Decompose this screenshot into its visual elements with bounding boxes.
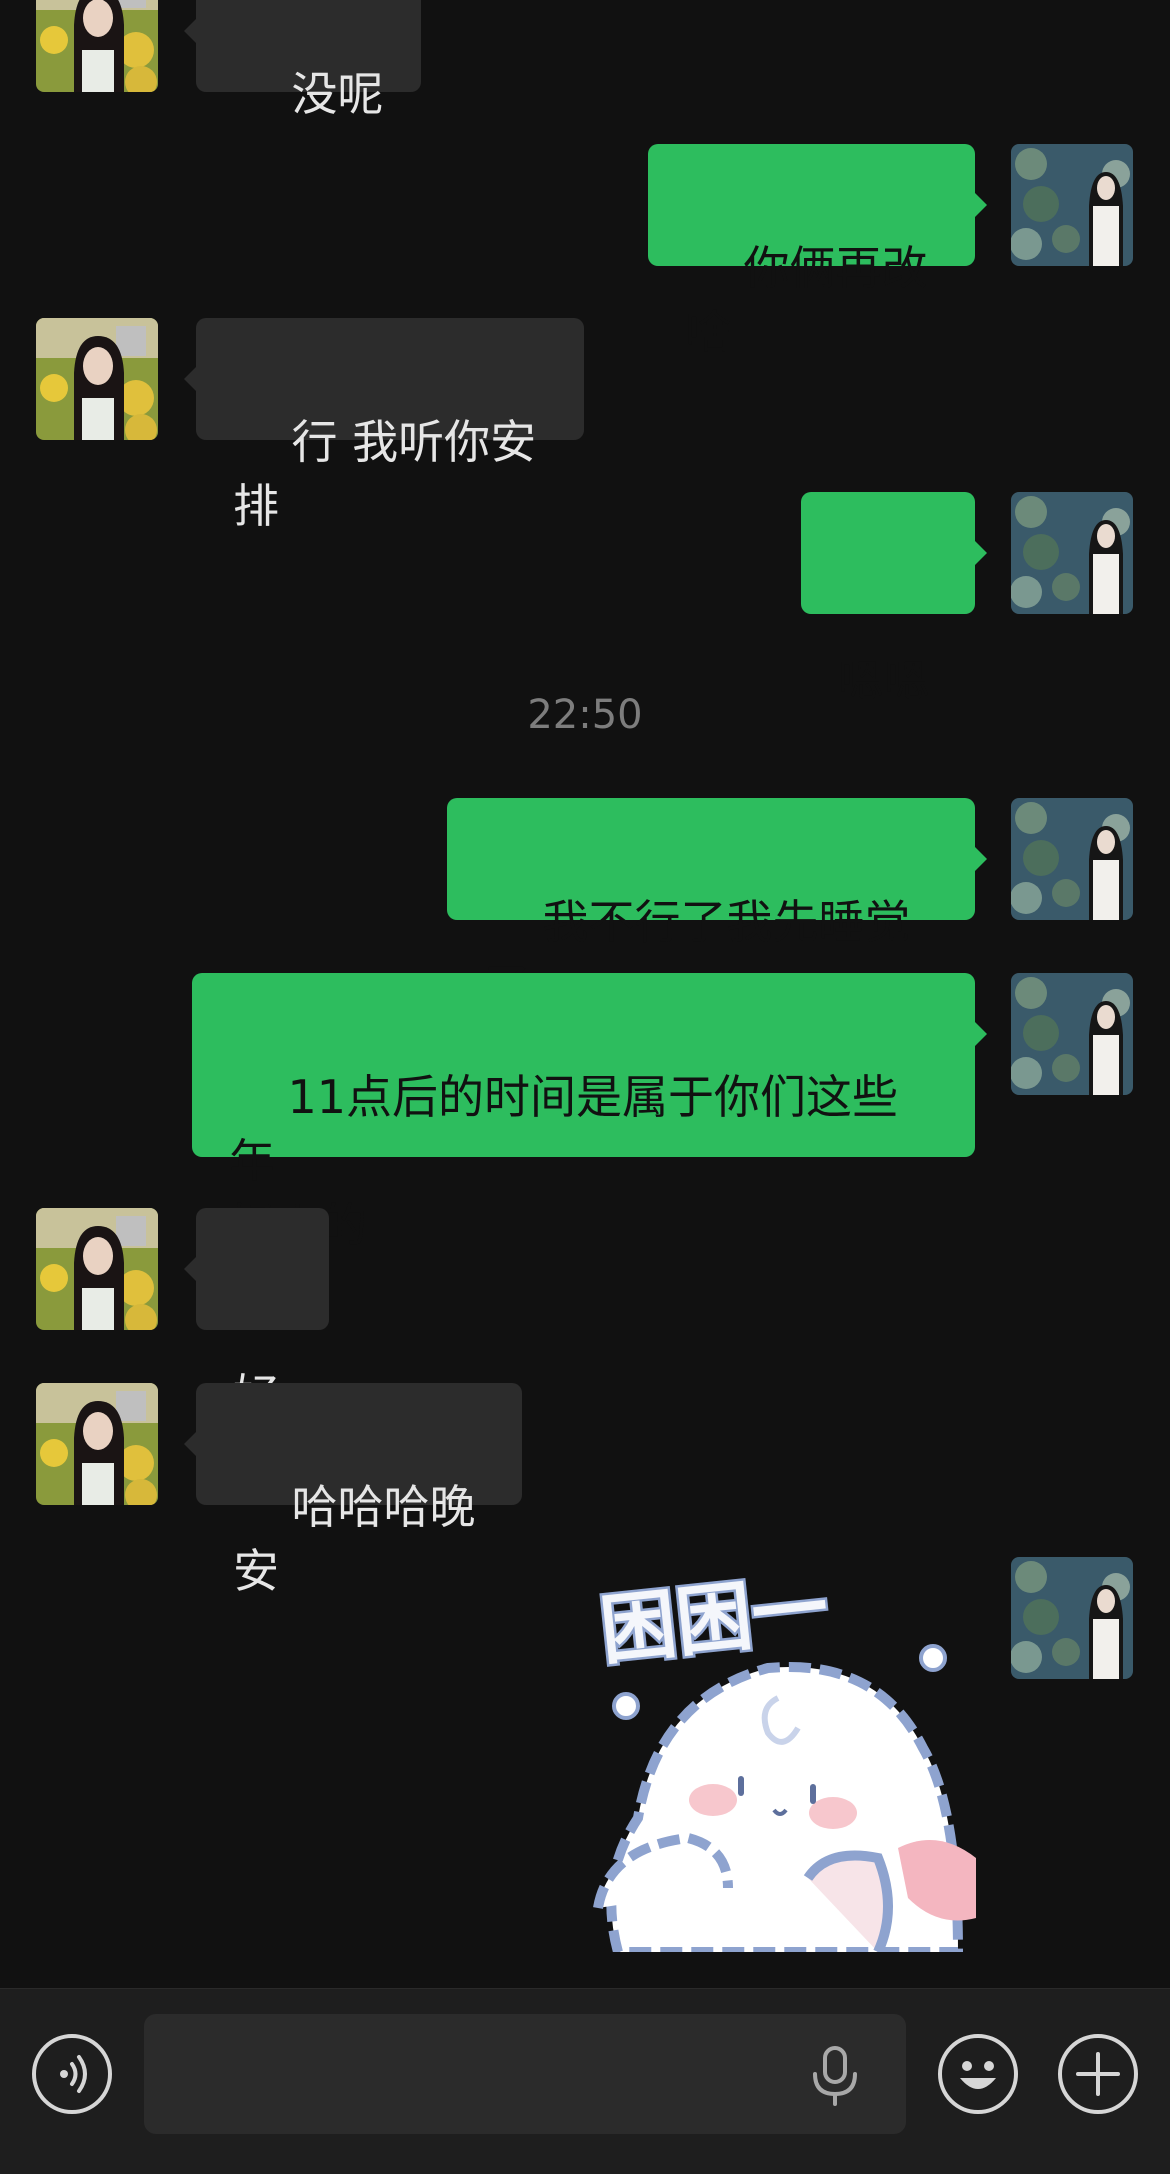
message-text: 11点后的时间是属于你们这些年 轻人的	[229, 1070, 899, 1252]
message-bubble-incoming[interactable]: 哈哈哈晚安	[184, 1383, 522, 1598]
contact-avatar[interactable]	[36, 318, 158, 440]
self-avatar[interactable]	[1011, 492, 1133, 614]
message-bubble-outgoing[interactable]: 嗯嗯	[801, 492, 987, 707]
chat-area[interactable]: 没呢 你俩再改啥 行 我听你安排 嗯嗯 22:50 我不行了我先睡觉了 11点后…	[0, 0, 1170, 1988]
contact-avatar[interactable]	[36, 1383, 158, 1505]
self-avatar[interactable]	[1011, 1557, 1133, 1679]
self-avatar[interactable]	[1011, 144, 1133, 266]
message-input[interactable]	[168, 2014, 808, 2134]
message-timestamp: 22:50	[527, 692, 643, 738]
emoji-button[interactable]	[938, 2034, 1018, 2114]
sleepy-bunny-sticker[interactable]: 困困一	[578, 1548, 976, 1957]
self-avatar[interactable]	[1011, 973, 1133, 1095]
message-text: 没呢	[291, 67, 384, 121]
message-bubble-outgoing[interactable]: 我不行了我先睡觉了	[447, 798, 987, 1013]
self-avatar[interactable]	[1011, 798, 1133, 920]
message-bubble-incoming[interactable]: 行 我听你安排	[184, 318, 584, 533]
emoji-icon	[960, 2061, 996, 2089]
message-bubble-outgoing[interactable]: 你俩再改啥	[648, 144, 987, 359]
more-options-button[interactable]	[1058, 2034, 1138, 2114]
contact-avatar[interactable]	[36, 1208, 158, 1330]
message-bubble-incoming[interactable]: 好	[184, 1208, 329, 1423]
input-bar	[0, 1988, 1170, 2174]
microphone-icon[interactable]	[809, 2046, 861, 2106]
message-input-box[interactable]	[144, 2014, 906, 2134]
contact-avatar[interactable]	[36, 0, 158, 92]
voice-mode-button[interactable]	[32, 2034, 112, 2114]
voice-mode-icon	[60, 2055, 87, 2093]
message-bubble-outgoing[interactable]: 11点后的时间是属于你们这些年 轻人的	[192, 973, 987, 1252]
message-text: 你俩再改啥	[685, 241, 928, 359]
message-text: 哈哈哈晚安	[233, 1480, 476, 1598]
plus-icon	[1076, 2052, 1120, 2096]
message-text: 行 我听你安排	[233, 415, 537, 533]
message-bubble-incoming[interactable]: 没呢	[184, 0, 421, 121]
